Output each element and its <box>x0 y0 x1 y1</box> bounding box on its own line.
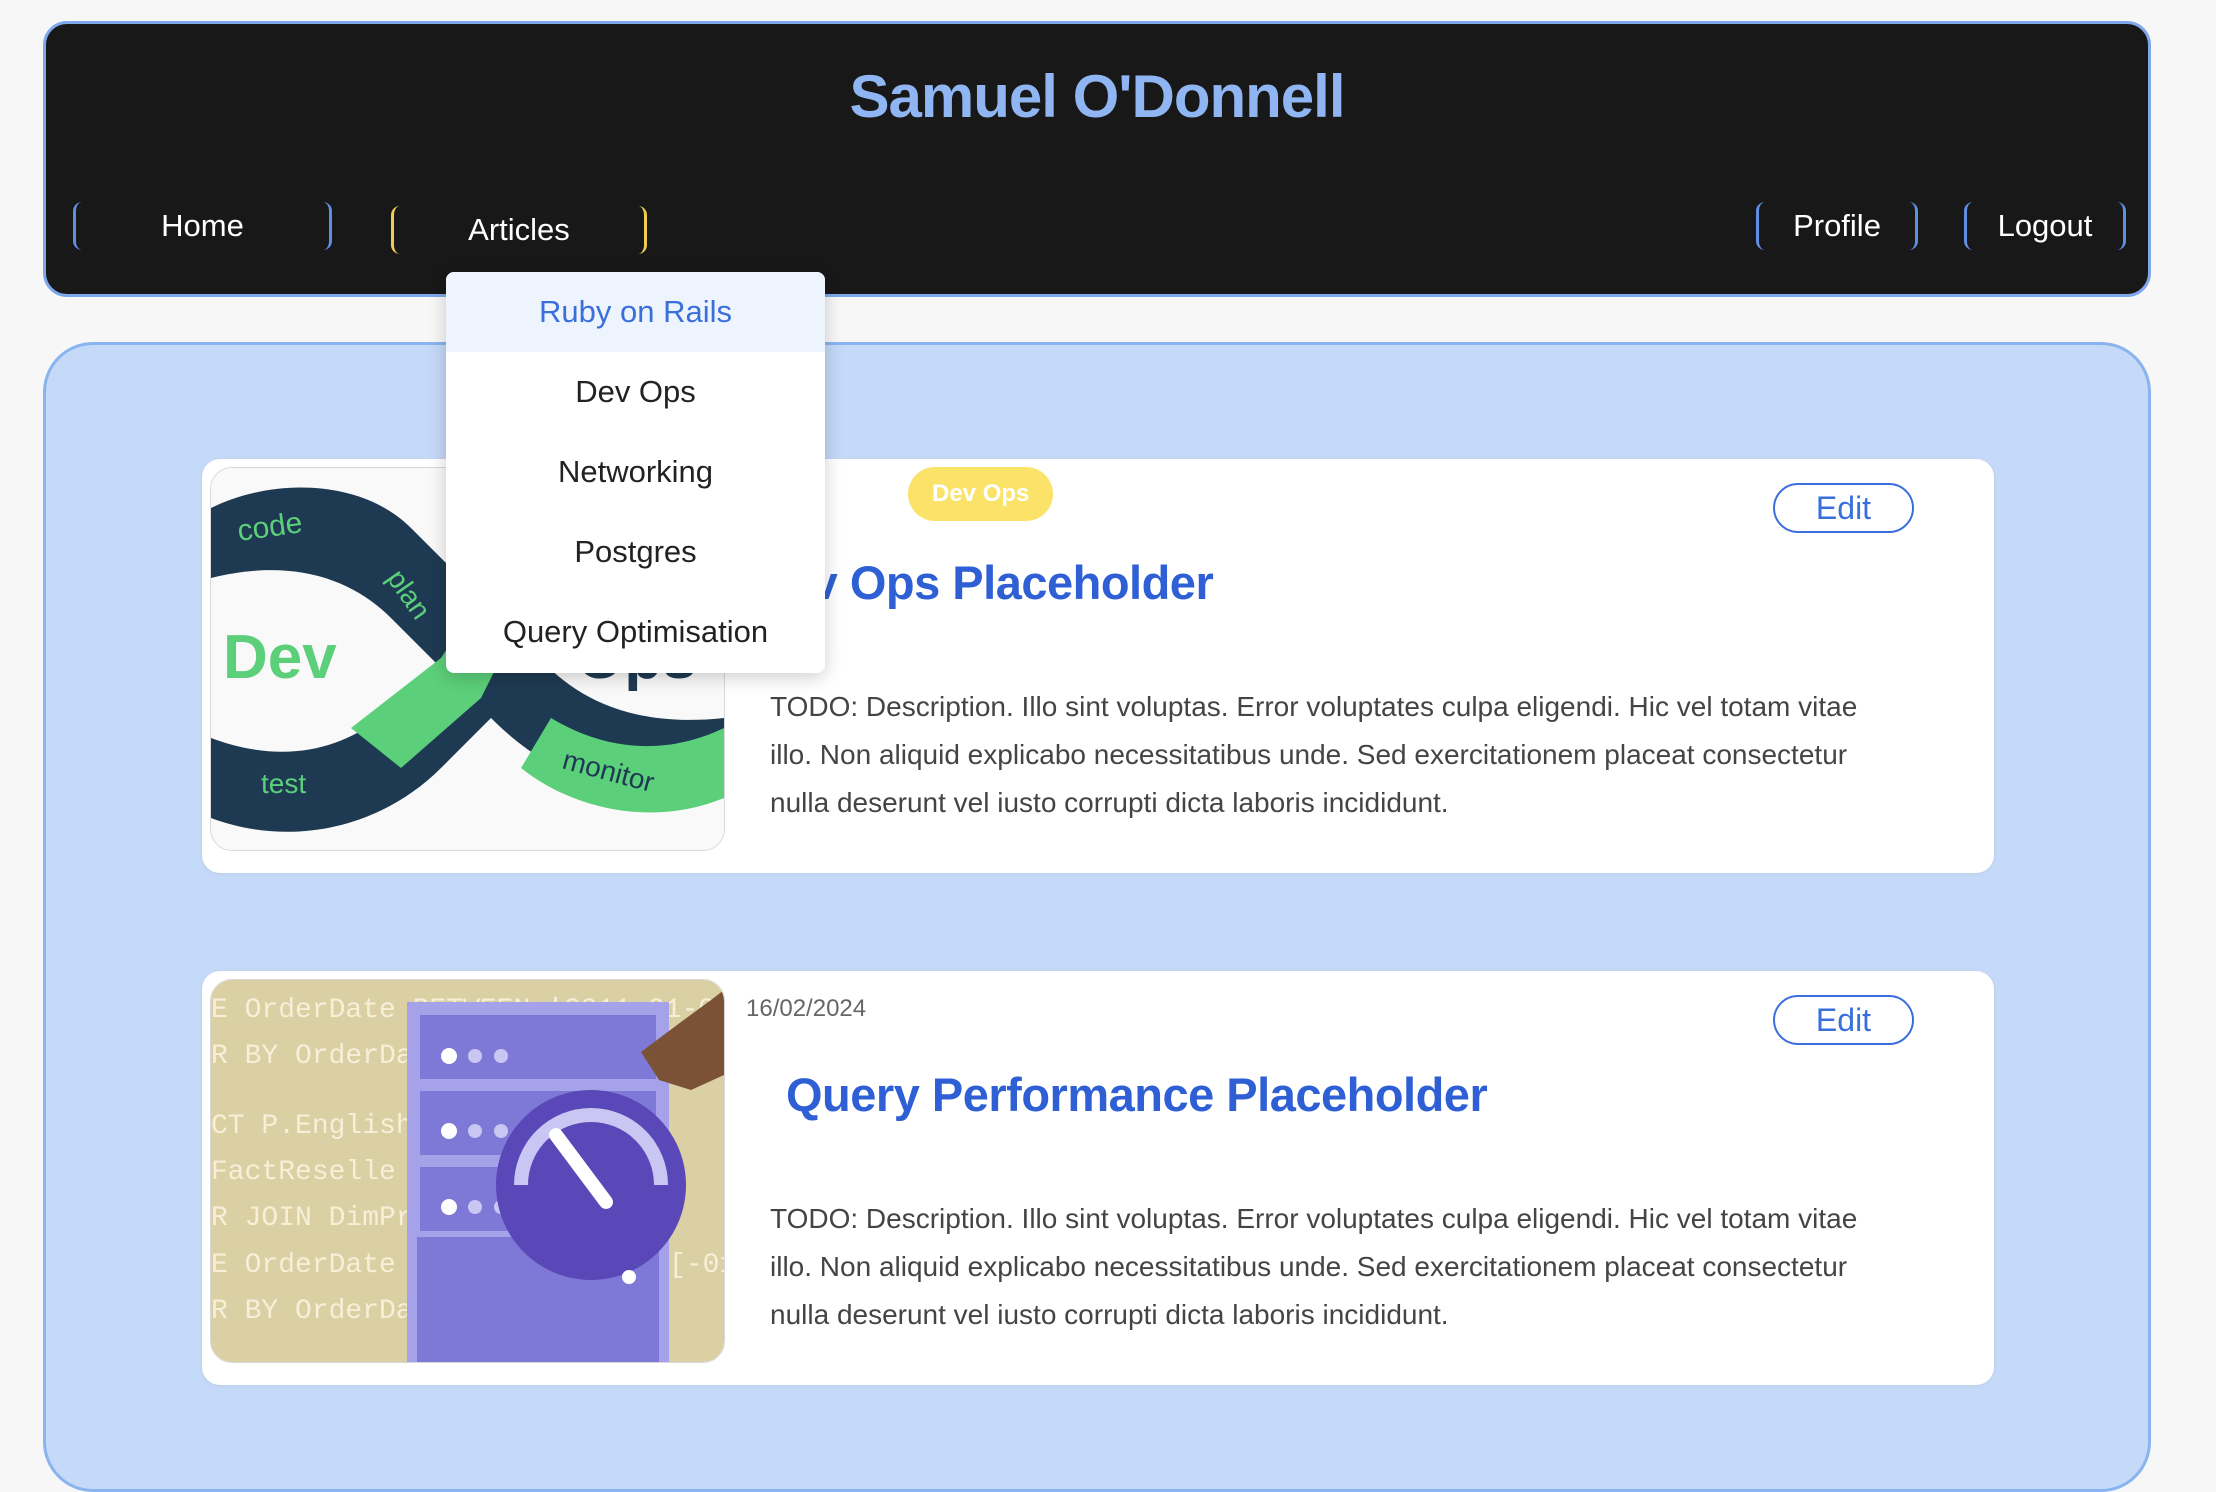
articles-dropdown: Ruby on Rails Dev Ops Networking Postgre… <box>446 272 825 673</box>
nav-profile[interactable]: Profile <box>1756 202 1918 250</box>
edit-button[interactable]: Edit <box>1773 995 1914 1045</box>
nav-home[interactable]: Home <box>73 202 332 250</box>
code-line: R JOIN DimPr <box>211 1203 413 1234</box>
code-line: R BY OrderDa <box>211 1041 413 1072</box>
menu-item-networking[interactable]: Networking <box>446 432 825 512</box>
nav-articles[interactable]: Articles <box>391 206 647 254</box>
edit-button[interactable]: Edit <box>1773 483 1914 533</box>
menu-item-ruby-on-rails[interactable]: Ruby on Rails <box>446 272 825 352</box>
site-header: Samuel O'Donnell Home Articles Profile L… <box>43 21 2151 297</box>
article-description: TODO: Description. Illo sint voluptas. E… <box>770 691 1858 818</box>
devops-word-test: test <box>261 768 306 799</box>
code-line: FactReselle <box>211 1157 396 1188</box>
category-badge[interactable]: Dev Ops <box>908 467 1054 521</box>
code-line-tail: [-01 <box>669 1250 724 1281</box>
code-line: E OrderDate <box>211 1250 396 1281</box>
nav-logout[interactable]: Logout <box>1964 202 2126 250</box>
article-title[interactable]: ev Ops Placeholder <box>786 555 1214 610</box>
article-description: TODO: Description. Illo sint voluptas. E… <box>770 1203 1858 1330</box>
article-image-query[interactable]: E OrderDate BETWEEN '2011-01-0 R BY Orde… <box>210 979 725 1363</box>
code-line: CT P.English <box>211 1111 413 1142</box>
article-card: E OrderDate BETWEEN '2011-01-0 R BY Orde… <box>202 971 1994 1385</box>
site-title: Samuel O'Donnell <box>849 63 1345 130</box>
article-date: 16/02/2024 <box>746 995 867 1022</box>
menu-item-query-optimisation[interactable]: Query Optimisation <box>446 592 825 672</box>
menu-item-postgres[interactable]: Postgres <box>446 512 825 592</box>
article-title[interactable]: Query Performance Placeholder <box>786 1067 1488 1122</box>
devops-word-dev: Dev <box>223 623 337 692</box>
code-line: R BY OrderDa <box>211 1296 413 1327</box>
menu-item-dev-ops[interactable]: Dev Ops <box>446 352 825 432</box>
query-performance-illustration: E OrderDate BETWEEN '2011-01-0 R BY Orde… <box>211 980 724 1362</box>
